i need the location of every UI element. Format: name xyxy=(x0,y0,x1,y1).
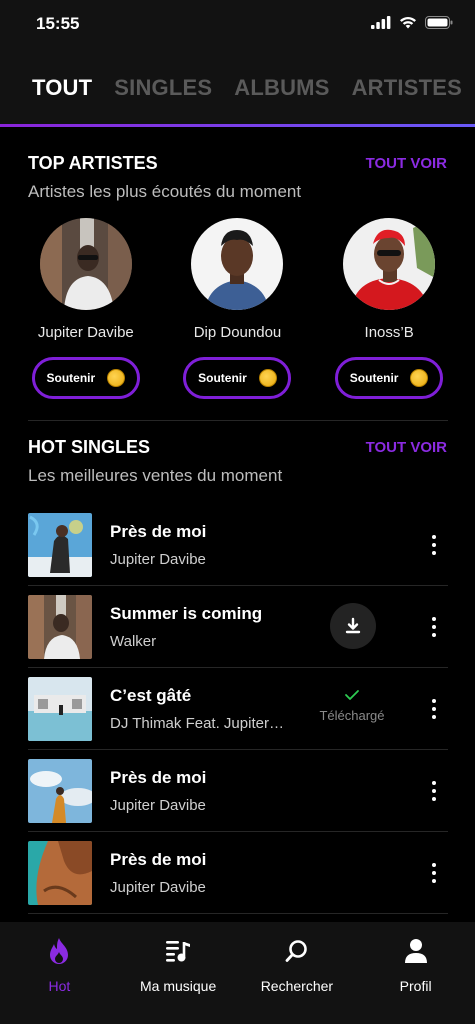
song-title: C’est gâté xyxy=(110,685,192,705)
support-button[interactable]: Soutenir xyxy=(183,357,292,399)
song-info: Près de moi Jupiter Davibe xyxy=(110,850,310,896)
artist-avatar[interactable] xyxy=(343,218,436,310)
status-icons xyxy=(371,16,453,29)
song-row[interactable]: Près de moi Jupiter Davibe xyxy=(28,504,448,586)
song-info: Summer is coming Walker xyxy=(110,604,310,650)
hot-singles-header: HOT SINGLES TOUT VOIR xyxy=(28,437,447,458)
music-list-icon xyxy=(166,941,191,962)
wifi-icon xyxy=(400,17,416,29)
song-artist: DJ Thimak Feat. Jupiter Davibe xyxy=(110,714,288,732)
song-info: Près de moi Jupiter Davibe xyxy=(110,768,310,814)
song-artist: Walker xyxy=(110,632,157,650)
top-artists-header: TOP ARTISTES TOUT VOIR xyxy=(28,153,447,174)
more-options-icon[interactable] xyxy=(428,613,440,641)
artist-name: Dip Doundou xyxy=(193,324,282,341)
tab-singles[interactable]: SINGLES xyxy=(114,75,212,101)
coin-icon xyxy=(410,369,429,387)
signal-icon xyxy=(371,16,391,29)
coin-icon xyxy=(258,369,277,387)
top-artists-title: TOP ARTISTES xyxy=(28,153,158,173)
artist-avatar[interactable] xyxy=(191,218,284,310)
artist-card[interactable]: Inoss’B Soutenir xyxy=(324,218,454,399)
artist-name: Jupiter Davibe xyxy=(37,324,134,341)
search-icon xyxy=(285,940,307,962)
hot-singles-title: HOT SINGLES xyxy=(28,437,151,457)
nav-profil[interactable]: Profil xyxy=(356,922,475,1024)
nav-label: Profil xyxy=(399,978,432,994)
song-artist: Jupiter Davibe xyxy=(110,796,206,814)
download-button[interactable] xyxy=(330,603,376,649)
nav-label: Rechercher xyxy=(260,978,334,994)
top-artists-list: Jupiter Davibe Soutenir Dip Doundou Sout… xyxy=(0,218,475,399)
artist-name: Inoss’B xyxy=(364,324,414,341)
status-time: 15:55 xyxy=(36,14,80,33)
artist-card[interactable]: Jupiter Davibe Soutenir xyxy=(21,218,151,399)
downloaded-label: Téléchargé xyxy=(319,708,385,723)
hot-singles-list: Près de moi Jupiter Davibe Summer is com… xyxy=(28,504,448,914)
coin-icon xyxy=(107,369,126,387)
flame-icon xyxy=(50,938,69,964)
song-title: Près de moi xyxy=(110,521,207,541)
tab-artistes[interactable]: ARTISTES xyxy=(352,75,462,101)
nav-hot[interactable]: Hot xyxy=(0,922,119,1024)
section-divider xyxy=(28,420,448,421)
support-label: Soutenir xyxy=(46,371,96,385)
song-title: Summer is coming xyxy=(110,603,263,623)
song-title: Près de moi xyxy=(110,849,207,869)
song-cover[interactable] xyxy=(28,758,92,823)
more-options-icon[interactable] xyxy=(428,777,440,805)
tab-underline xyxy=(0,124,475,127)
downloaded-status: Téléchargé xyxy=(312,688,392,723)
support-label: Soutenir xyxy=(349,371,399,385)
song-cover[interactable] xyxy=(28,512,92,577)
artist-avatar[interactable] xyxy=(39,218,132,310)
category-tabs: TOUT SINGLES ALBUMS ARTISTES xyxy=(0,50,475,125)
support-button[interactable]: Soutenir xyxy=(335,357,444,399)
bottom-nav: Hot Ma musique Rechercher Profil xyxy=(0,922,475,1024)
song-row[interactable]: Près de moi Jupiter Davibe xyxy=(28,750,448,832)
support-button[interactable]: Soutenir xyxy=(31,357,140,399)
song-cover[interactable] xyxy=(28,594,92,659)
song-row[interactable]: C’est gâté DJ Thimak Feat. Jupiter Davib… xyxy=(28,668,448,750)
nav-rechercher[interactable]: Rechercher xyxy=(238,922,357,1024)
artist-card[interactable]: Dip Doundou Soutenir xyxy=(172,218,302,399)
nav-label: Hot xyxy=(48,978,71,994)
top-artists-see-all-link[interactable]: TOUT VOIR xyxy=(366,155,447,172)
nav-ma-musique[interactable]: Ma musique xyxy=(119,922,238,1024)
battery-icon xyxy=(425,16,453,29)
song-row[interactable]: Près de moi Jupiter Davibe xyxy=(28,832,448,914)
more-options-icon[interactable] xyxy=(428,531,440,559)
song-row[interactable]: Summer is coming Walker xyxy=(28,586,448,668)
nav-label: Ma musique xyxy=(139,978,217,994)
more-options-icon[interactable] xyxy=(428,859,440,887)
checkmark-icon xyxy=(345,690,359,700)
song-cover[interactable] xyxy=(28,676,92,741)
tab-albums[interactable]: ALBUMS xyxy=(234,75,329,101)
more-options-icon[interactable] xyxy=(428,695,440,723)
status-bar: 15:55 xyxy=(0,0,475,50)
song-artist: Jupiter Davibe xyxy=(110,550,206,568)
hot-singles-subtitle: Les meilleures ventes du moment xyxy=(28,466,283,485)
song-cover[interactable] xyxy=(28,840,92,905)
song-artist: Jupiter Davibe xyxy=(110,878,206,896)
tab-tout[interactable]: TOUT xyxy=(32,75,92,101)
hot-singles-see-all-link[interactable]: TOUT VOIR xyxy=(366,439,447,456)
song-info: C’est gâté DJ Thimak Feat. Jupiter Davib… xyxy=(110,686,310,732)
top-artists-subtitle: Artistes les plus écoutés du moment xyxy=(28,182,302,201)
profile-icon xyxy=(404,939,427,963)
song-info: Près de moi Jupiter Davibe xyxy=(110,522,310,568)
song-title: Près de moi xyxy=(110,767,207,787)
support-label: Soutenir xyxy=(198,371,247,385)
download-icon xyxy=(345,617,361,634)
